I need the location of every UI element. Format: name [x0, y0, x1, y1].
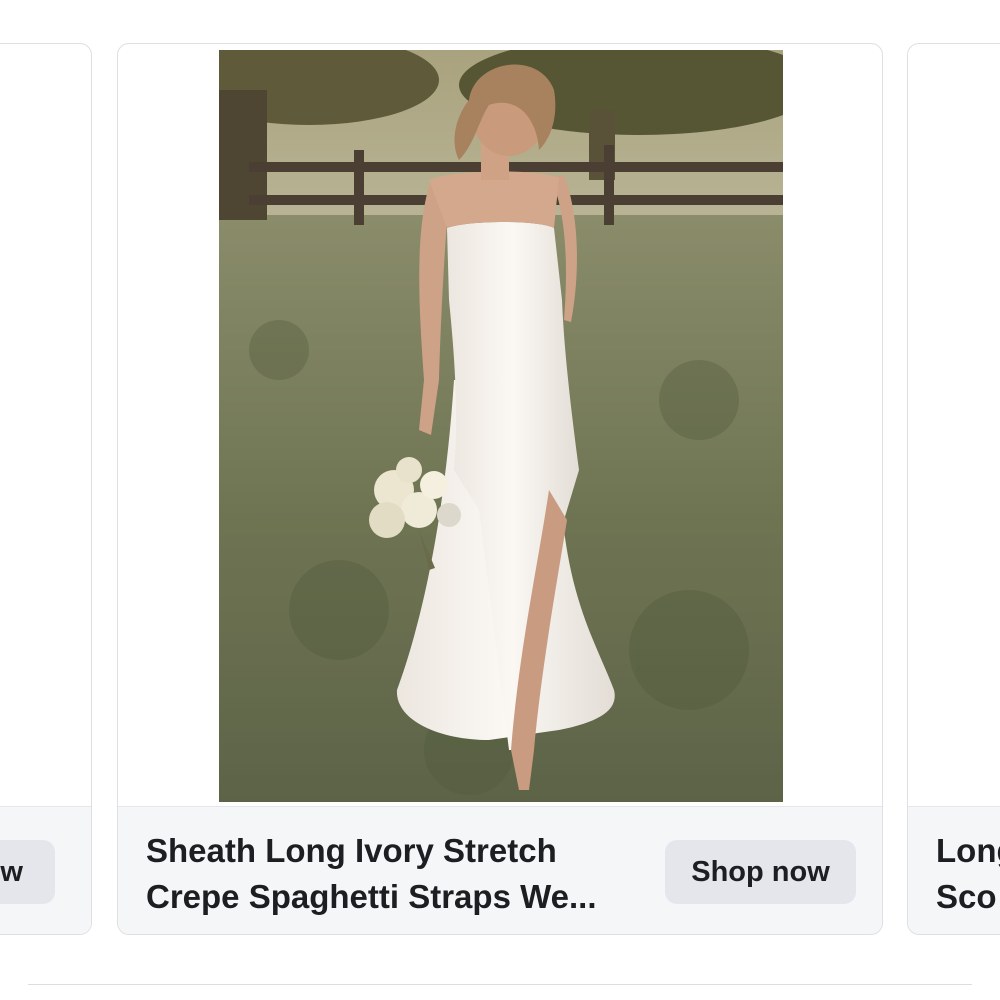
product-card[interactable]: Sheath Long Ivory Stretch Crepe Spaghett…: [117, 43, 883, 935]
card-footer: Sheath Long Ivory Stretch Crepe Spaghett…: [118, 806, 882, 934]
product-card-left[interactable]: ow: [0, 43, 92, 935]
product-title-line-1: Long: [936, 832, 1000, 869]
shop-now-button[interactable]: Shop now: [665, 840, 856, 904]
card-footer: Long Sco: [908, 806, 1000, 934]
bride-photo-icon: [219, 50, 783, 802]
product-title-line-2: Crepe Spaghetti Straps We...: [146, 878, 597, 915]
product-title[interactable]: Sheath Long Ivory Stretch Crepe Spaghett…: [146, 828, 646, 920]
divider: [28, 984, 972, 985]
product-title-line-1: Sheath Long Ivory Stretch: [146, 832, 557, 869]
card-footer: ow: [0, 806, 91, 934]
shop-now-button[interactable]: ow: [0, 840, 55, 904]
product-title[interactable]: Long Sco: [936, 828, 1000, 920]
product-image[interactable]: [219, 50, 783, 802]
product-title-line-2: Sco: [936, 878, 997, 915]
product-card-right[interactable]: Long Sco: [907, 43, 1000, 935]
